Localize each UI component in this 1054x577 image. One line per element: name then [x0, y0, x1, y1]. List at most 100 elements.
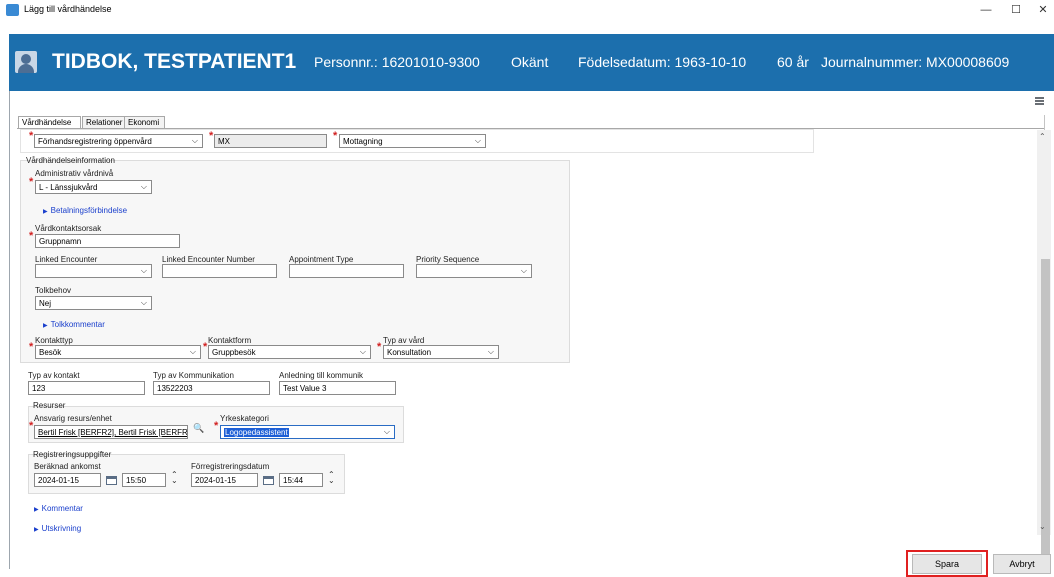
reason-label: Vårdkontaktsorsak — [35, 224, 102, 233]
priority-sequence-select[interactable]: ⌵ — [416, 264, 532, 278]
reason-field[interactable]: Gruppnamn — [35, 234, 180, 248]
chevron-down-icon: ⌵ — [189, 347, 196, 356]
preregistration-date-field[interactable]: 2024-01-15 — [191, 473, 258, 487]
responsible-label: Ansvarig resurs/enhet — [34, 414, 112, 423]
scroll-down-icon[interactable]: ⌄ — [1039, 522, 1046, 531]
section-title: Vårdhändelseinformation — [26, 156, 115, 165]
required-marker: * — [377, 341, 382, 353]
arrival-label: Beräknad ankomst — [34, 462, 101, 471]
chevron-down-icon: ⌵ — [140, 298, 147, 307]
patient-journal-number: Journalnummer: MX00008609 — [821, 54, 1010, 70]
arrival-time-field[interactable]: 15:50 — [122, 473, 166, 487]
linked-encounter-number-field[interactable] — [162, 264, 277, 278]
preregistration-time-field[interactable]: 15:44 — [279, 473, 323, 487]
admin-level-select[interactable]: L - Länssjukvård ⌵ — [35, 180, 152, 194]
chevron-down-icon: ⌵ — [474, 136, 481, 145]
patient-personnr: Personnr.: 16201010-9300 — [314, 54, 480, 70]
required-marker: * — [333, 130, 338, 142]
unit-field[interactable]: MX — [214, 134, 327, 148]
expand-triangle-icon: ▶ — [43, 323, 48, 329]
interpreter-comment-link[interactable]: ▶ Tolkkommentar — [43, 320, 105, 329]
chevron-down-icon: ⌵ — [140, 182, 147, 191]
menu-icon[interactable] — [1033, 96, 1047, 108]
profession-label: Yrkeskategori — [220, 414, 269, 423]
payment-link-label: Betalningsförbindelse — [50, 206, 128, 215]
comment-link[interactable]: ▶ Kommentar — [34, 504, 83, 513]
required-marker: * — [209, 130, 214, 142]
contact-form-select[interactable]: Gruppbesök ⌵ — [208, 345, 371, 359]
linked-encounter-number-label: Linked Encounter Number — [162, 255, 255, 264]
chevron-down-icon: ⌵ — [140, 266, 147, 275]
app-icon — [6, 4, 19, 16]
chevron-down-icon: ⌵ — [191, 136, 198, 145]
minimize-button[interactable]: — — [973, 1, 999, 19]
calendar-icon[interactable] — [106, 476, 117, 485]
contact-type-value: Besök — [39, 348, 62, 357]
frame-border — [9, 91, 10, 569]
interpreter-select[interactable]: Nej ⌵ — [35, 296, 152, 310]
time-spinner-icon[interactable]: ⌃ ⌄ — [328, 471, 335, 485]
discharge-link[interactable]: ▶ Utskrivning — [34, 524, 81, 533]
patient-gender: Okänt — [511, 54, 549, 70]
contact-form-label: Kontaktform — [208, 336, 252, 345]
linked-encounter-label: Linked Encounter — [35, 255, 98, 264]
required-marker: * — [214, 420, 219, 432]
priority-sequence-label: Priority Sequence — [416, 255, 480, 264]
scroll-up-icon[interactable]: ⌃ — [1039, 132, 1046, 141]
chevron-down-icon: ⌵ — [520, 266, 527, 275]
resources-title: Resurser — [33, 401, 66, 410]
patient-dob: Födelsedatum: 1963-10-10 — [578, 54, 747, 70]
window-titlebar: Lägg till vårdhändelse — ☐ ✕ — [0, 0, 1054, 20]
interpreter-label: Tolkbehov — [35, 286, 72, 295]
calendar-icon[interactable] — [263, 476, 274, 485]
expand-triangle-icon: ▶ — [34, 527, 39, 533]
appointment-type-field[interactable] — [289, 264, 404, 278]
profession-select[interactable]: Logopedassistent ⌵ — [220, 425, 395, 439]
time-spinner-icon[interactable]: ⌃ ⌄ — [171, 471, 178, 485]
care-event-type-select[interactable]: Förhandsregistrering öppenvård ⌵ — [34, 134, 203, 148]
interpreter-value: Nej — [39, 299, 52, 308]
scroll-thumb[interactable] — [1041, 259, 1050, 557]
payment-link[interactable]: ▶ Betalningsförbindelse — [43, 206, 127, 215]
save-button[interactable]: Spara — [912, 554, 982, 574]
contact-type-select[interactable]: Besök ⌵ — [35, 345, 201, 359]
arrival-date-field[interactable]: 2024-01-15 — [34, 473, 101, 487]
communication-type-label: Typ av Kommunikation — [153, 371, 234, 380]
admin-level-value: L - Länssjukvård — [39, 183, 98, 192]
contact-type-label: Kontakttyp — [35, 336, 73, 345]
chevron-down-icon: ⌵ — [383, 427, 390, 436]
preregistration-label: Förregistreringsdatum — [191, 462, 270, 471]
contact-kind-label: Typ av kontakt — [28, 371, 80, 380]
visit-type-value: Mottagning — [343, 137, 383, 146]
contact-form-value: Gruppbesök — [212, 348, 256, 357]
vertical-scrollbar[interactable]: ⌃ ⌄ — [1037, 130, 1051, 557]
linked-encounter-select[interactable]: ⌵ — [35, 264, 152, 278]
patient-header: TIDBOK, TESTPATIENT1 Personnr.: 16201010… — [9, 34, 1054, 91]
chevron-down-icon: ⌵ — [487, 347, 494, 356]
profession-value: Logopedassistent — [224, 428, 289, 437]
required-marker: * — [203, 341, 208, 353]
required-marker: * — [29, 130, 34, 142]
visit-type-select[interactable]: Mottagning ⌵ — [339, 134, 486, 148]
responsible-field[interactable]: Bertil Frisk [BERFR2], Bertil Frisk [BER… — [34, 425, 188, 439]
maximize-button[interactable]: ☐ — [1003, 1, 1029, 19]
close-button[interactable]: ✕ — [1030, 1, 1054, 19]
patient-age: 60 år — [777, 54, 809, 70]
search-icon[interactable]: 🔍 — [193, 423, 204, 434]
patient-name: TIDBOK, TESTPATIENT1 — [52, 50, 297, 73]
window-title: Lägg till vårdhändelse — [24, 4, 112, 14]
required-marker: * — [29, 420, 34, 432]
communication-type-field[interactable]: 13522203 — [153, 381, 270, 395]
required-marker: * — [29, 341, 34, 353]
registration-title: Registreringsuppgifter — [33, 450, 112, 459]
care-type-select[interactable]: Konsultation ⌵ — [383, 345, 499, 359]
discharge-link-label: Utskrivning — [41, 524, 82, 533]
contact-kind-field[interactable]: 123 — [28, 381, 145, 395]
care-type-value: Konsultation — [387, 348, 432, 357]
communication-reason-field[interactable]: Test Value 3 — [279, 381, 396, 395]
comment-link-label: Kommentar — [41, 504, 83, 513]
required-marker: * — [29, 230, 34, 242]
cancel-button[interactable]: Avbryt — [993, 554, 1051, 574]
expand-triangle-icon: ▶ — [34, 507, 39, 513]
required-marker: * — [29, 176, 34, 188]
